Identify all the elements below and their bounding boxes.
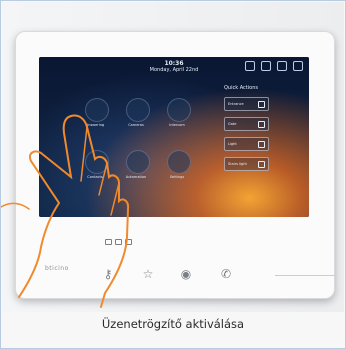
intercom-icon[interactable] — [167, 98, 191, 122]
quick-actions-title: Quick Actions — [224, 85, 258, 91]
back-icon — [277, 61, 287, 71]
quick-action-label: Entrance — [228, 102, 244, 106]
quick-action-entrance[interactable]: Entrance — [224, 97, 269, 111]
quick-action-stairs-light[interactable]: Stairs light — [224, 157, 269, 171]
hand-outline — [1, 114, 130, 308]
quick-action-label: Stairs light — [228, 162, 247, 166]
date-text: Monday, April 22nd — [149, 67, 199, 73]
quick-action-light[interactable]: Light — [224, 137, 269, 151]
light-icon — [258, 140, 265, 148]
door-icon — [258, 100, 265, 108]
status-bar: 10:36 Monday, April 22nd — [39, 57, 309, 75]
eye-icon[interactable]: ◉ — [179, 267, 193, 281]
status-icons — [245, 61, 303, 71]
star-icon[interactable]: ☆ — [141, 267, 155, 281]
app-label: Intercom — [169, 123, 185, 127]
monitor-icon — [293, 61, 303, 71]
quick-actions-panel: Quick Actions Entrance Gate Light Stairs… — [224, 85, 274, 205]
quick-action-gate[interactable]: Gate — [224, 117, 269, 131]
quick-action-label: Light — [228, 142, 237, 146]
illustration-frame: 10:36 Monday, April 22nd Answering Camer… — [0, 0, 346, 349]
phone-icon[interactable]: ✆ — [219, 267, 233, 281]
quick-action-label: Gate — [228, 122, 237, 126]
caption-text: Üzenetrögzítő aktiválása — [101, 317, 245, 331]
gate-icon — [258, 120, 265, 128]
device-icon — [261, 61, 271, 71]
wifi-icon — [245, 61, 255, 71]
settings-icon[interactable] — [167, 150, 191, 174]
clock-text: 10:36 — [164, 60, 184, 67]
stairs-light-icon — [258, 160, 265, 168]
app-label: Settings — [169, 175, 185, 179]
divider-line — [275, 275, 335, 276]
